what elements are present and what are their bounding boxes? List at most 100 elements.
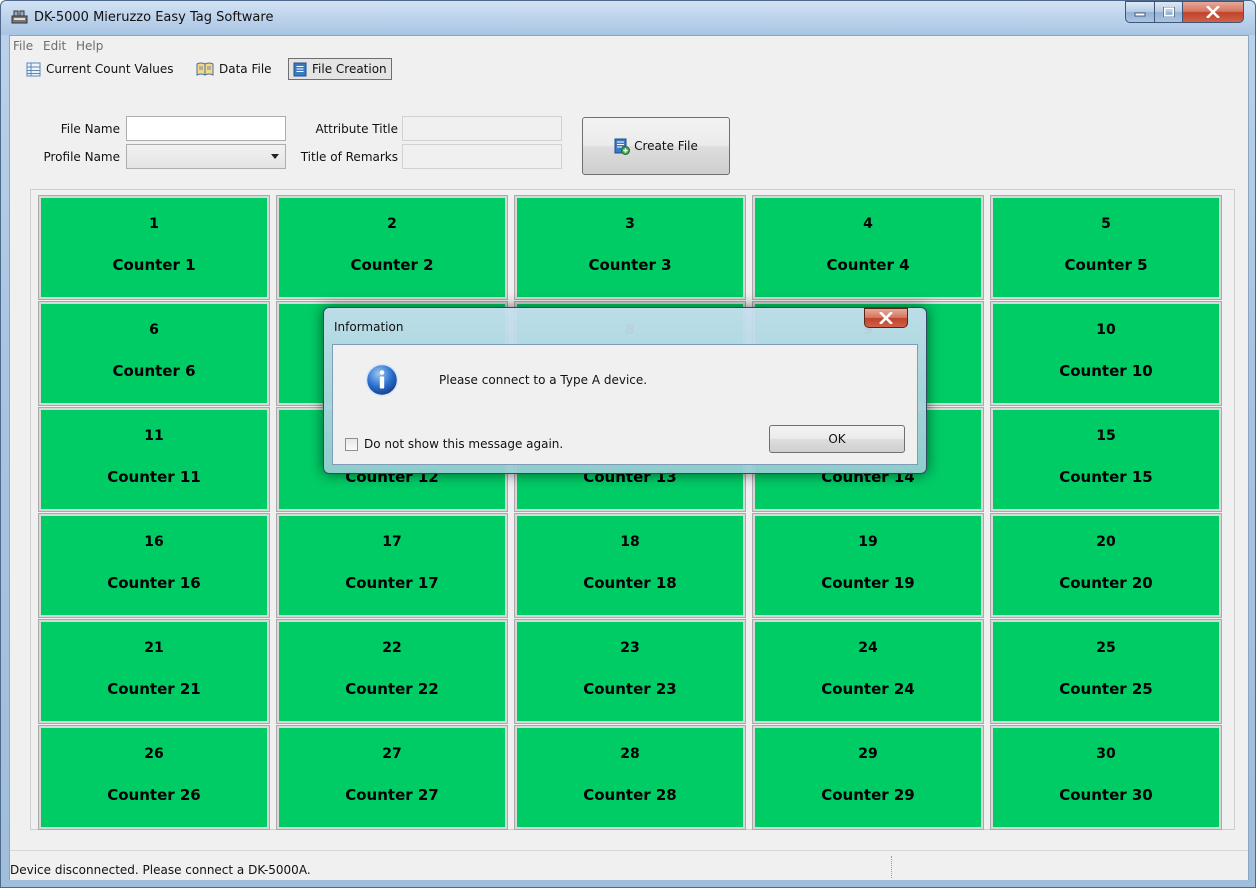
counter-tile[interactable]: 27 Counter 27 bbox=[276, 725, 508, 830]
counter-number: 21 bbox=[144, 640, 164, 656]
close-window-button[interactable] bbox=[1182, 1, 1244, 23]
counter-name: Counter 28 bbox=[583, 786, 677, 804]
information-dialog: Information Please connect to a Type A d… bbox=[323, 307, 927, 474]
status-text: Device disconnected. Please connect a DK… bbox=[10, 863, 311, 877]
profile-name-label: Profile Name bbox=[43, 150, 120, 164]
counter-tile[interactable]: 20 Counter 20 bbox=[990, 513, 1222, 618]
counter-tile[interactable]: 28 Counter 28 bbox=[514, 725, 746, 830]
counter-name: Counter 19 bbox=[821, 574, 915, 592]
menu-file[interactable]: File bbox=[13, 39, 33, 53]
status-separator bbox=[891, 856, 892, 878]
counter-tile[interactable]: 21 Counter 21 bbox=[38, 619, 270, 724]
counter-tile[interactable]: 29 Counter 29 bbox=[752, 725, 984, 830]
counter-number: 20 bbox=[1096, 534, 1116, 550]
counter-tile[interactable]: 1 Counter 1 bbox=[38, 195, 270, 300]
current-count-values-button[interactable]: Current Count Values bbox=[22, 58, 178, 80]
counter-number: 19 bbox=[858, 534, 878, 550]
counter-tile[interactable]: 25 Counter 25 bbox=[990, 619, 1222, 724]
menu-edit[interactable]: Edit bbox=[43, 39, 66, 53]
counter-tile[interactable]: 5 Counter 5 bbox=[990, 195, 1222, 300]
counter-number: 29 bbox=[858, 746, 878, 762]
counter-name: Counter 10 bbox=[1059, 362, 1153, 380]
counter-number: 30 bbox=[1096, 746, 1116, 762]
counter-number: 26 bbox=[144, 746, 164, 762]
counter-number: 3 bbox=[625, 216, 635, 232]
counter-tile[interactable]: 23 Counter 23 bbox=[514, 619, 746, 724]
create-file-button[interactable]: Create File bbox=[582, 117, 730, 175]
counter-tile[interactable]: 24 Counter 24 bbox=[752, 619, 984, 724]
toolbar: Current Count Values Data File File Crea… bbox=[10, 56, 1248, 82]
counter-name: Counter 22 bbox=[345, 680, 439, 698]
counter-number: 23 bbox=[620, 640, 640, 656]
status-bar: Device disconnected. Please connect a DK… bbox=[10, 850, 1248, 880]
counter-tile[interactable]: 18 Counter 18 bbox=[514, 513, 746, 618]
counter-name: Counter 29 bbox=[821, 786, 915, 804]
chevron-down-icon bbox=[271, 154, 279, 159]
counter-number: 1 bbox=[149, 216, 159, 232]
counter-grid: 1 Counter 1 2 Counter 2 3 Counter 3 4 Counter 4… bbox=[38, 195, 1229, 830]
counter-name: Counter 17 bbox=[345, 574, 439, 592]
file-creation-label: File Creation bbox=[312, 62, 387, 76]
counter-name: Counter 3 bbox=[588, 256, 672, 274]
file-name-input[interactable] bbox=[126, 116, 286, 141]
menu-help[interactable]: Help bbox=[76, 39, 103, 53]
counter-tile[interactable]: 4 Counter 4 bbox=[752, 195, 984, 300]
counter-name: Counter 21 bbox=[107, 680, 201, 698]
counter-number: 10 bbox=[1096, 322, 1116, 338]
counter-tile[interactable]: 16 Counter 16 bbox=[38, 513, 270, 618]
counter-number: 16 bbox=[144, 534, 164, 550]
counter-name: Counter 11 bbox=[107, 468, 201, 486]
counter-tile[interactable]: 6 Counter 6 bbox=[38, 301, 270, 406]
counter-name: Counter 1 bbox=[112, 256, 196, 274]
counter-name: Counter 26 bbox=[107, 786, 201, 804]
close-icon bbox=[879, 312, 893, 324]
counter-name: Counter 2 bbox=[350, 256, 434, 274]
counter-number: 4 bbox=[863, 216, 873, 232]
counter-tile[interactable]: 15 Counter 15 bbox=[990, 407, 1222, 512]
counter-name: Counter 5 bbox=[1064, 256, 1148, 274]
title-bar[interactable]: DK-5000 Mieruzzo Easy Tag Software bbox=[1, 1, 1255, 35]
data-file-button[interactable]: Data File bbox=[192, 58, 276, 80]
counter-tile[interactable]: 30 Counter 30 bbox=[990, 725, 1222, 830]
counter-number: 18 bbox=[620, 534, 640, 550]
attribute-title-input[interactable] bbox=[402, 116, 562, 141]
title-of-remarks-input[interactable] bbox=[402, 144, 562, 169]
maximize-button[interactable] bbox=[1154, 1, 1183, 23]
counter-name: Counter 25 bbox=[1059, 680, 1153, 698]
counter-name: Counter 18 bbox=[583, 574, 677, 592]
book-icon bbox=[196, 62, 214, 76]
create-file-label: Create File bbox=[634, 139, 698, 153]
ok-button[interactable]: OK bbox=[769, 425, 905, 453]
counter-tile[interactable]: 22 Counter 22 bbox=[276, 619, 508, 724]
file-creation-button[interactable]: File Creation bbox=[288, 58, 392, 80]
window-title: DK-5000 Mieruzzo Easy Tag Software bbox=[34, 10, 274, 25]
do-not-show-label[interactable]: Do not show this message again. bbox=[364, 437, 563, 451]
counter-tile[interactable]: 19 Counter 19 bbox=[752, 513, 984, 618]
counter-tile[interactable]: 2 Counter 2 bbox=[276, 195, 508, 300]
do-not-show-checkbox[interactable] bbox=[345, 438, 358, 451]
app-window: DK-5000 Mieruzzo Easy Tag Software File … bbox=[0, 0, 1256, 888]
counter-tile[interactable]: 3 Counter 3 bbox=[514, 195, 746, 300]
minimize-button[interactable] bbox=[1125, 1, 1155, 23]
minimize-icon bbox=[1134, 12, 1146, 17]
dialog-close-button[interactable] bbox=[864, 308, 908, 328]
current-count-values-label: Current Count Values bbox=[46, 62, 174, 76]
counter-name: Counter 30 bbox=[1059, 786, 1153, 804]
counter-number: 11 bbox=[144, 428, 164, 444]
dialog-title: Information bbox=[334, 320, 404, 334]
counter-tile[interactable]: 10 Counter 10 bbox=[990, 301, 1222, 406]
counter-number: 15 bbox=[1096, 428, 1116, 444]
counter-tile[interactable]: 26 Counter 26 bbox=[38, 725, 270, 830]
app-icon bbox=[11, 10, 28, 24]
attribute-title-label: Attribute Title bbox=[315, 122, 398, 136]
counter-name: Counter 6 bbox=[112, 362, 196, 380]
profile-name-dropdown[interactable] bbox=[126, 144, 286, 169]
counter-number: 5 bbox=[1101, 216, 1111, 232]
counter-name: Counter 23 bbox=[583, 680, 677, 698]
counter-tile[interactable]: 17 Counter 17 bbox=[276, 513, 508, 618]
title-of-remarks-label: Title of Remarks bbox=[300, 150, 398, 164]
info-icon bbox=[365, 363, 399, 397]
counter-tile[interactable]: 11 Counter 11 bbox=[38, 407, 270, 512]
menu-bar: File Edit Help bbox=[10, 36, 1248, 55]
counter-name: Counter 20 bbox=[1059, 574, 1153, 592]
